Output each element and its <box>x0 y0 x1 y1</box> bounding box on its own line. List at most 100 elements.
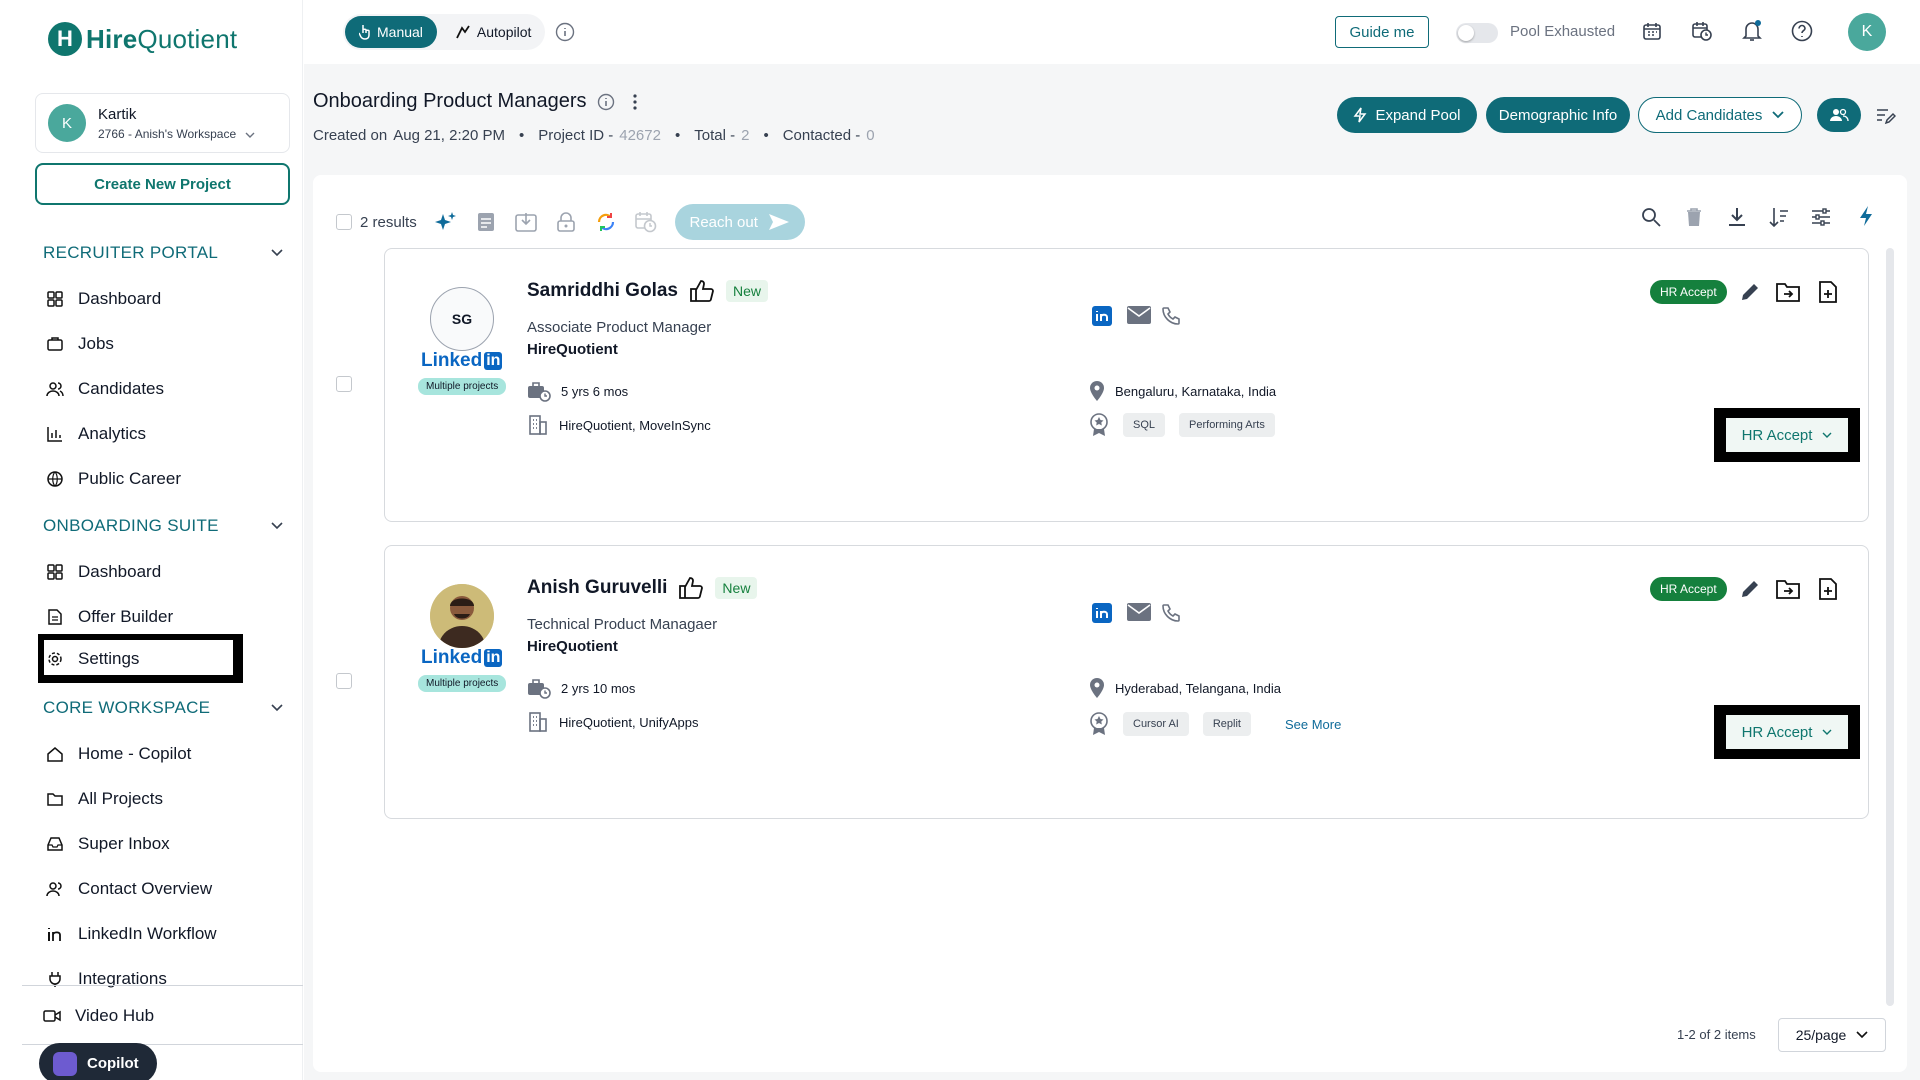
new-badge: New <box>715 577 758 599</box>
info-icon[interactable] <box>555 22 575 42</box>
guide-me-button[interactable]: Guide me <box>1335 16 1429 48</box>
create-new-project-button[interactable]: Create New Project <box>35 163 290 205</box>
sidebar-item-candidates[interactable]: Candidates <box>46 375 164 403</box>
sync-icon[interactable] <box>595 211 617 233</box>
thumbs-up-icon[interactable] <box>690 280 714 302</box>
app-logo[interactable]: H HireQuotient <box>48 22 237 56</box>
candidate-name[interactable]: Anish Guruvelli <box>527 577 667 599</box>
sidebar-item-label: Candidates <box>78 379 165 398</box>
sidebar-item-super-inbox[interactable]: Super Inbox <box>46 830 170 858</box>
edit-list-icon[interactable] <box>1876 106 1896 126</box>
sidebar-item-dashboard[interactable]: Dashboard <box>46 285 161 313</box>
download-icon[interactable] <box>1726 206 1748 228</box>
phone-icon[interactable] <box>1161 603 1181 623</box>
reach-out-button[interactable]: Reach out <box>674 204 805 240</box>
mail-icon[interactable] <box>1127 602 1151 622</box>
mail-icon[interactable] <box>1127 305 1151 325</box>
sidebar-item-onboarding-dashboard[interactable]: Dashboard <box>46 558 161 586</box>
bell-icon[interactable] <box>1741 19 1763 43</box>
filter-sliders-icon[interactable] <box>1810 206 1832 228</box>
help-icon[interactable] <box>1791 20 1813 42</box>
add-document-icon[interactable] <box>1818 578 1838 600</box>
building-icon <box>527 712 547 732</box>
demographic-info-button[interactable]: Demographic Info <box>1486 97 1630 133</box>
status-select[interactable]: HR Accept <box>1726 418 1848 452</box>
select-all-checkbox[interactable] <box>336 214 352 230</box>
copilot-button[interactable]: Copilot <box>39 1043 157 1080</box>
sidebar-item-linkedin-workflow[interactable]: LinkedIn Workflow <box>46 920 217 948</box>
section-onboarding-suite[interactable]: ONBOARDING SUITE <box>43 516 283 536</box>
phone-icon[interactable] <box>1161 306 1181 326</box>
autopilot-icon <box>455 24 471 40</box>
section-title: ONBOARDING SUITE <box>43 516 219 535</box>
candidate-name[interactable]: Samriddhi Golas <box>527 280 678 302</box>
status-select[interactable]: HR Accept <box>1726 715 1848 749</box>
manual-mode-button[interactable]: Manual <box>345 16 437 48</box>
results-scrollbar[interactable] <box>1886 248 1894 1006</box>
user-avatar[interactable]: K <box>1848 13 1886 51</box>
sidebar-item-home-copilot[interactable]: Home - Copilot <box>46 740 191 768</box>
linkedin-icon[interactable] <box>1091 602 1113 624</box>
sidebar-item-label: Settings <box>78 649 140 668</box>
lock-icon[interactable] <box>555 211 577 233</box>
sidebar-item-integrations[interactable]: Integrations <box>46 965 167 993</box>
autopilot-mode-button[interactable]: Autopilot <box>443 16 543 48</box>
sidebar-item-analytics[interactable]: Analytics <box>46 420 146 448</box>
sidebar-item-contact-overview[interactable]: Contact Overview <box>46 875 212 903</box>
skill-tag: SQL <box>1123 413 1166 437</box>
see-more-link[interactable]: See More <box>1285 717 1341 732</box>
section-core-workspace[interactable]: CORE WORKSPACE <box>43 698 283 718</box>
info-icon[interactable] <box>597 93 615 111</box>
thumbs-up-icon[interactable] <box>679 577 704 599</box>
sidebar-item-label: Video Hub <box>75 1006 155 1025</box>
import-icon[interactable] <box>514 211 537 233</box>
search-icon[interactable] <box>1640 206 1662 228</box>
sort-icon[interactable] <box>1768 206 1790 228</box>
workspace-name: 2766 - Anish's Workspace <box>98 126 237 141</box>
candidate-checkbox[interactable] <box>336 673 352 689</box>
chevron-down-icon <box>245 132 255 138</box>
add-document-icon[interactable] <box>1818 281 1838 303</box>
move-folder-icon[interactable] <box>1776 578 1800 600</box>
move-folder-icon[interactable] <box>1776 281 1800 303</box>
lightning-icon <box>1353 107 1367 123</box>
sidebar-item-settings[interactable]: Settings <box>46 645 139 673</box>
sidebar-item-all-projects[interactable]: All Projects <box>46 785 163 813</box>
calendar-clock-icon[interactable] <box>1691 20 1713 42</box>
sidebar-item-label: Super Inbox <box>78 834 170 853</box>
add-candidates-button[interactable]: Add Candidates <box>1638 97 1802 133</box>
contacted-label: Contacted - <box>782 127 861 144</box>
calendar-icon[interactable] <box>1642 21 1662 41</box>
notes-icon[interactable] <box>475 211 497 233</box>
section-recruiter-portal[interactable]: RECRUITER PORTAL <box>43 243 283 263</box>
edit-icon[interactable] <box>1740 579 1760 599</box>
linkedin-logo[interactable]: Linked in <box>421 350 503 372</box>
globe-icon <box>46 470 64 488</box>
linkedin-icon[interactable] <box>1091 305 1113 327</box>
lightning-icon[interactable] <box>1855 204 1877 228</box>
edit-icon[interactable] <box>1740 282 1760 302</box>
candidate-company: HireQuotient <box>527 638 618 655</box>
expand-pool-button[interactable]: Expand Pool <box>1337 97 1477 133</box>
trash-icon[interactable] <box>1683 206 1705 228</box>
sidebar-item-public-career[interactable]: Public Career <box>46 465 181 493</box>
sidebar-item-offer-builder[interactable]: Offer Builder <box>46 603 173 631</box>
candidate-company: HireQuotient <box>527 341 618 358</box>
mode-toggle[interactable]: Manual Autopilot <box>343 14 546 50</box>
location-pin-icon <box>1089 677 1105 699</box>
linkedin-logo[interactable]: Linked in <box>421 647 503 669</box>
document-icon <box>46 608 64 626</box>
sparkle-icon[interactable] <box>434 211 457 233</box>
candidate-checkbox[interactable] <box>336 376 352 392</box>
workspace-switcher[interactable]: K Kartik 2766 - Anish's Workspace <box>35 93 290 153</box>
pool-exhausted-toggle[interactable] <box>1456 23 1498 43</box>
briefcase-clock-icon <box>527 677 551 699</box>
page-size-select[interactable]: 25/page <box>1778 1018 1886 1052</box>
sidebar-item-label: Home - Copilot <box>78 744 192 763</box>
more-vertical-icon[interactable] <box>632 93 637 110</box>
schedule-icon[interactable] <box>634 211 657 233</box>
sidebar-item-video-hub[interactable]: Video Hub <box>43 1002 154 1030</box>
expand-pool-label: Expand Pool <box>1375 106 1461 124</box>
people-view-button[interactable] <box>1817 98 1861 132</box>
sidebar-item-jobs[interactable]: Jobs <box>46 330 114 358</box>
